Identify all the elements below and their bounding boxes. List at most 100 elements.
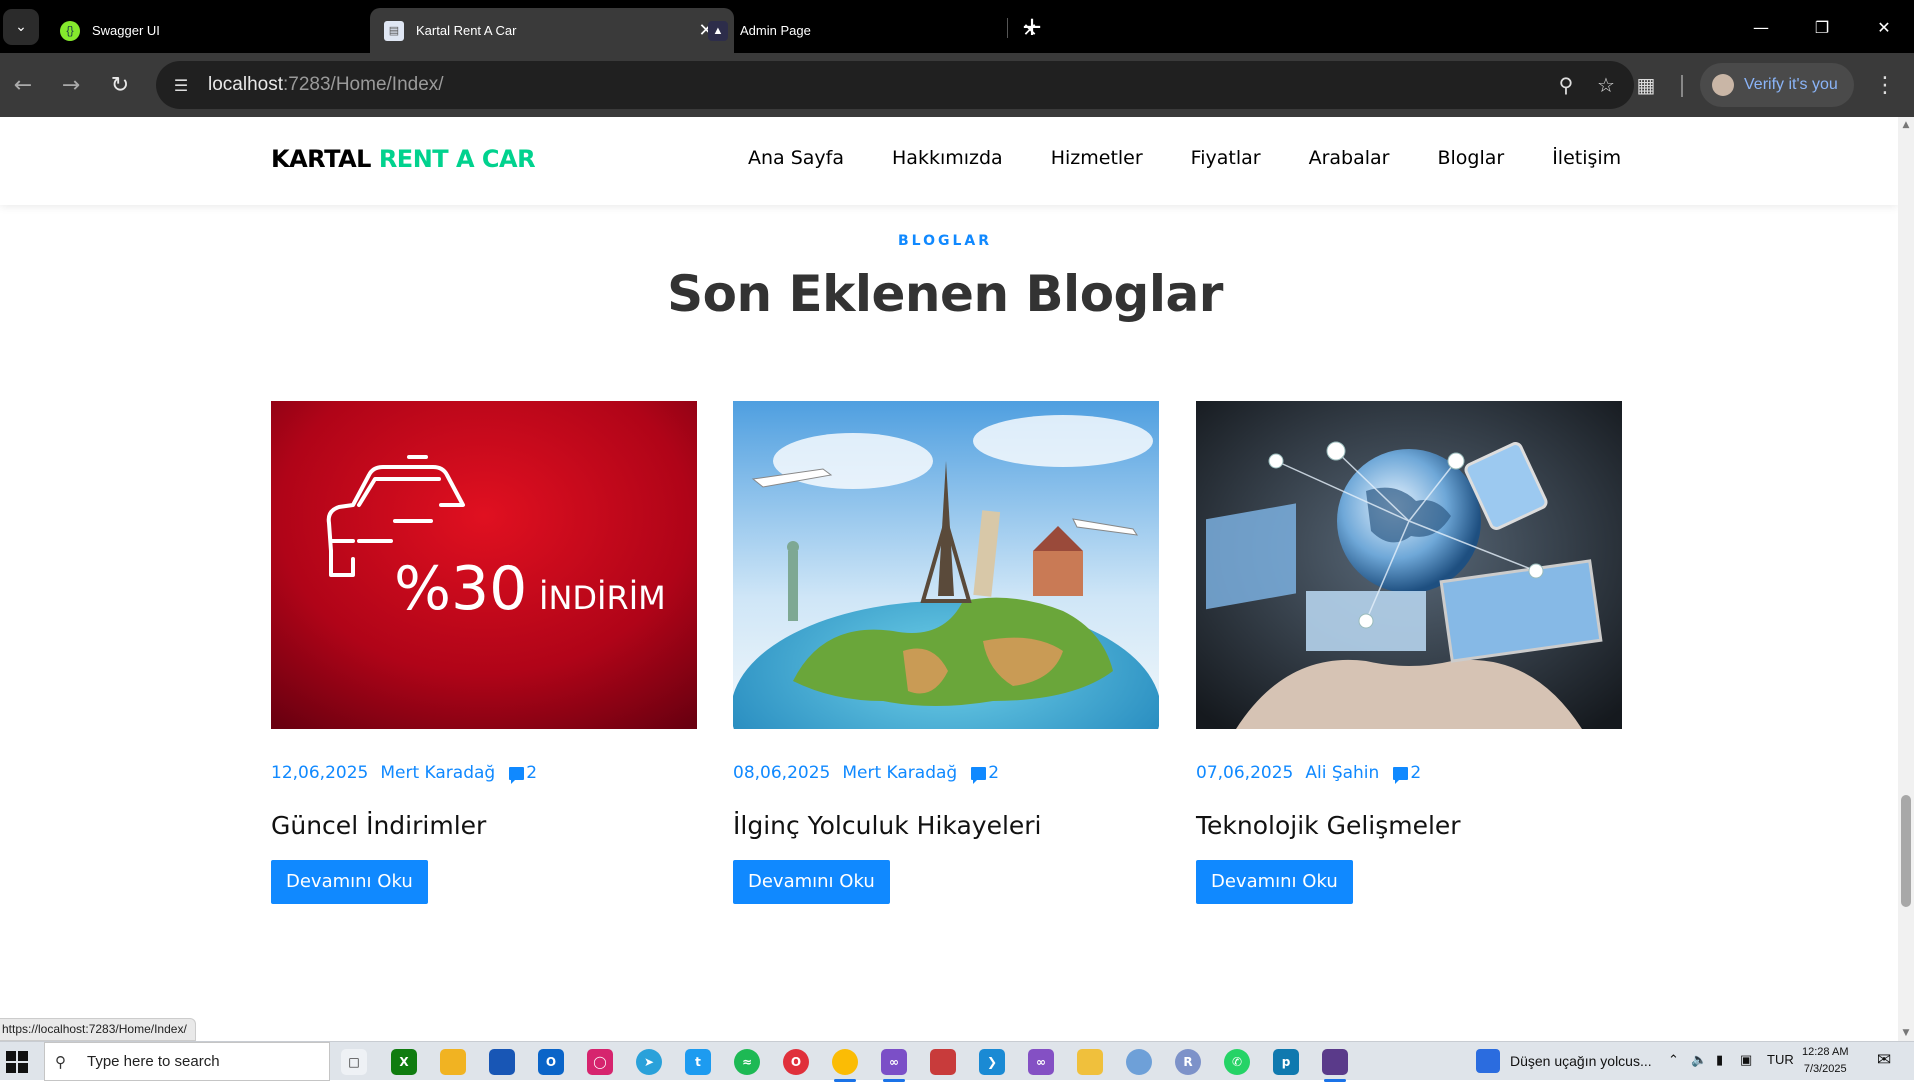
menu-item-arabalar[interactable]: Arabalar [1309,147,1390,169]
blog-author[interactable]: Mert Karadağ [380,763,495,783]
visual-studio-icon[interactable]: ∞ [881,1049,907,1082]
tab-swagger-ui[interactable]: {} Swagger UI ✕ [46,8,410,53]
menu-item-hakkimizda[interactable]: Hakkımızda [892,147,1003,169]
section-subheading: BLOGLAR [897,233,993,249]
news-widget[interactable]: Düşen uçağın yolcus... [1476,1049,1652,1073]
page-viewport: KARTAL RENT A CAR Ana Sayfa Hakkımızda H… [0,117,1898,1041]
browser-toolbar: ← → ↻ ☰ localhost:7283/Home/Index/ ⚲ ☆ ▦… [0,53,1914,117]
read-more-button[interactable]: Devamını Oku [271,860,428,904]
read-more-button[interactable]: Devamını Oku [733,860,890,904]
xbox-icon[interactable]: X [391,1049,417,1075]
blog-comments[interactable]: 2 [509,763,549,784]
comment-icon [971,766,987,784]
new-tab-plus-icon[interactable]: + [1014,12,1050,42]
blog-image-discount[interactable]: %30 İNDİRİM [271,401,697,729]
read-more-button[interactable]: Devamını Oku [1196,860,1353,904]
tab-search-chevron-icon[interactable]: ⌄ [3,9,39,45]
extensions-puzzle-icon[interactable]: ▦ [1628,67,1664,103]
blog-meta: 12,06,2025 Mert Karadağ 2 [271,763,697,784]
prime-video-icon[interactable]: p [1273,1049,1299,1075]
bookmark-star-icon[interactable]: ☆ [1586,65,1626,105]
instagram-icon[interactable]: ◯ [587,1049,613,1075]
microsoft-store-icon[interactable] [489,1049,515,1075]
discount-percent-text: %30 [394,554,527,624]
blog-comments[interactable]: 2 [1393,763,1433,784]
site-info-icon[interactable]: ☰ [166,70,196,100]
blog-image-technology[interactable] [1196,401,1622,729]
tab-title: Kartal Rent A Car [416,23,517,38]
vscode-icon[interactable]: ❯ [979,1049,1005,1075]
scroll-up-arrow-icon[interactable]: ▲ [1898,117,1914,133]
menu-item-hizmetler[interactable]: Hizmetler [1051,147,1143,169]
terminal-app-icon[interactable] [1322,1049,1348,1082]
section-heading: Son Eklenen Bloglar [667,265,1223,323]
chrome-icon[interactable] [832,1049,858,1082]
blog-title[interactable]: Teknolojik Gelişmeler [1196,811,1622,840]
telegram-icon[interactable]: ➤ [636,1049,662,1075]
volume-icon[interactable]: 🔈 [1691,1052,1707,1068]
blog-card: %30 İNDİRİM 12,06,2025 Mert Karadağ 2 Gü… [271,401,697,904]
page-favicon-icon: ▤ [384,20,404,41]
link-status-url: https://localhost:7283/Home/Index/ [0,1018,196,1041]
taskbar-search-input[interactable]: ⚲ Type here to search [44,1042,330,1081]
reload-icon[interactable]: ↻ [102,67,138,103]
url-path: :7283/Home/Index/ [283,74,444,95]
blog-title[interactable]: İlginç Yolculuk Hikayeleri [733,811,1159,840]
blog-image-travel[interactable] [733,401,1159,729]
zoom-icon[interactable]: ⚲ [1546,65,1586,105]
spotify-icon[interactable]: ≈ [734,1049,760,1075]
brand-part-kartal: KARTAL [271,145,371,173]
minimize-icon[interactable]: — [1738,10,1784,44]
outlook-icon[interactable]: O [538,1049,564,1075]
visual-studio-2-icon[interactable]: ∞ [1028,1049,1054,1075]
scrollbar-thumb[interactable] [1901,795,1911,907]
language-indicator[interactable]: TUR [1767,1052,1794,1067]
blog-meta: 08,06,2025 Mert Karadağ 2 [733,763,1159,784]
close-window-icon[interactable]: ✕ [1861,10,1907,44]
page-scrollbar[interactable]: ▲ ▼ [1898,117,1914,1041]
browser-menu-icon[interactable]: ⋮ [1870,67,1900,103]
network-app-icon[interactable] [1126,1049,1152,1075]
blog-title[interactable]: Güncel İndirimler [271,811,697,840]
twitter-icon[interactable]: t [685,1049,711,1075]
blog-date[interactable]: 07,06,2025 [1196,763,1293,783]
menu-item-ana-sayfa[interactable]: Ana Sayfa [748,147,844,169]
url-text[interactable]: localhost:7283/Home/Index/ [208,74,1546,96]
forward-arrow-icon[interactable]: → [53,67,89,103]
blog-date[interactable]: 12,06,2025 [271,763,368,783]
blog-date[interactable]: 08,06,2025 [733,763,830,783]
task-view-icon[interactable]: □ [341,1049,367,1075]
windows-start-icon[interactable] [6,1051,28,1073]
opera-icon[interactable]: O [783,1049,809,1075]
site-brand-logo[interactable]: KARTAL RENT A CAR [271,145,536,173]
paint-tool-icon[interactable] [1077,1049,1103,1075]
battery-icon[interactable]: ▮ [1716,1052,1723,1068]
r-app-icon[interactable]: R [1175,1049,1201,1075]
menu-item-fiyatlar[interactable]: Fiyatlar [1191,147,1261,169]
file-explorer-icon[interactable] [440,1049,466,1075]
notification-center-icon[interactable]: ✉ [1872,1050,1896,1074]
comment-count: 2 [526,763,538,783]
tab-admin-page[interactable]: ▲ Admin Page ✕ [694,8,1058,53]
browser-tab-strip: ⌄ {} Swagger UI ✕ ▤ Kartal Rent A Car ✕ … [0,0,1914,53]
restore-icon[interactable]: ❐ [1799,10,1845,44]
blog-author[interactable]: Mert Karadağ [842,763,957,783]
menu-item-iletisim[interactable]: İletişim [1552,147,1621,169]
network-icon[interactable]: ▣ [1740,1052,1752,1068]
back-arrow-icon[interactable]: ← [5,67,41,103]
database-tool-icon[interactable] [930,1049,956,1075]
whatsapp-icon[interactable]: ✆ [1224,1049,1250,1075]
menu-item-bloglar[interactable]: Bloglar [1437,147,1504,169]
blog-author[interactable]: Ali Şahin [1305,763,1379,783]
tab-kartal-rent-a-car[interactable]: ▤ Kartal Rent A Car ✕ [370,8,734,53]
scroll-down-arrow-icon[interactable]: ▼ [1898,1025,1914,1041]
tab-separator [1007,18,1008,38]
brand-part-rent-a-car: RENT A CAR [378,145,536,173]
blog-comments[interactable]: 2 [971,763,1011,784]
profile-verify-button[interactable]: Verify it's you [1700,63,1854,107]
comment-icon [509,766,525,784]
tray-chevron-icon[interactable]: ⌃ [1668,1052,1679,1068]
verify-label: Verify it's you [1744,76,1838,93]
system-clock[interactable]: 12:28 AM 7/3/2025 [1802,1044,1848,1078]
address-bar[interactable]: ☰ localhost:7283/Home/Index/ ⚲ ☆ [156,61,1634,109]
